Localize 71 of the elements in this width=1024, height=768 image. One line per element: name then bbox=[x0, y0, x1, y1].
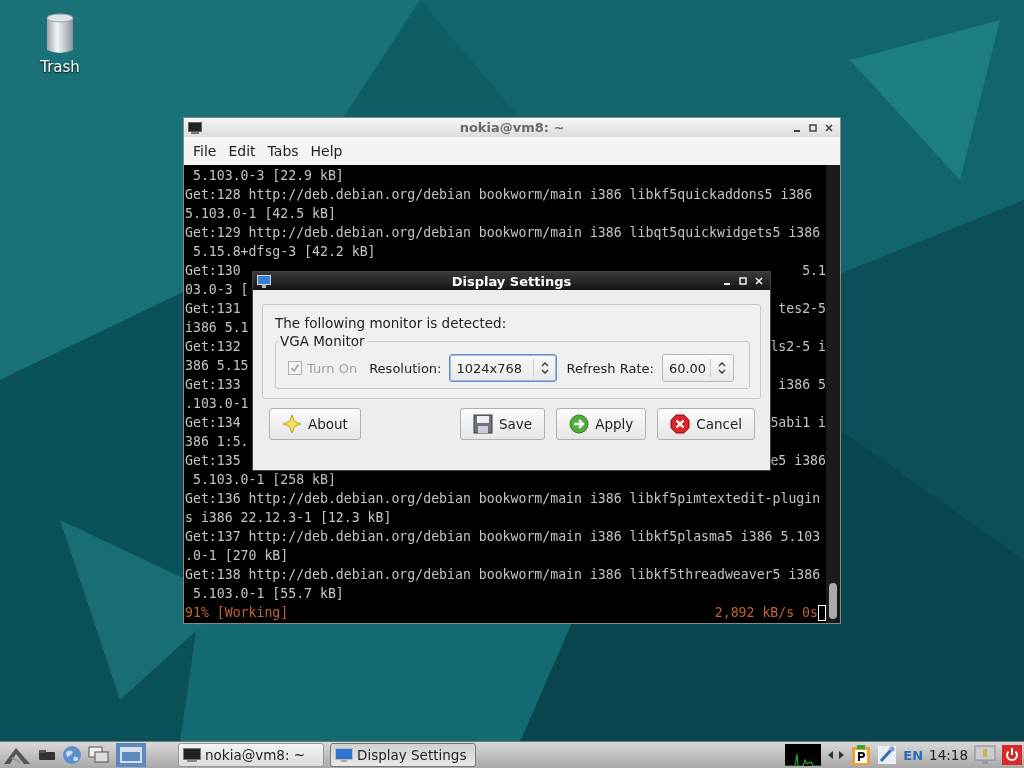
refresh-rate-spinbox[interactable]: 60.00 bbox=[661, 354, 734, 382]
download-speed: 2,892 kB/s 0s bbox=[714, 604, 818, 622]
window-title: nokia@vm8: ~ bbox=[459, 120, 565, 135]
monitor-icon bbox=[257, 274, 271, 288]
terminal-line: 5.103.0-3 [22.9 kB] bbox=[191, 167, 345, 185]
trash-label: Trash bbox=[40, 58, 80, 76]
power-icon[interactable] bbox=[1002, 745, 1022, 765]
network-icon[interactable] bbox=[827, 748, 846, 762]
cpu-graph bbox=[785, 744, 822, 766]
terminal-line: 5.103.0-1 [258 kB] bbox=[191, 471, 337, 489]
cancel-button[interactable]: Cancel bbox=[657, 408, 755, 440]
scrollbar-thumb[interactable] bbox=[829, 583, 837, 619]
scrollbar[interactable] bbox=[826, 165, 840, 623]
terminal-line: Get:134 bbox=[185, 414, 241, 432]
terminal-line: i386 5 bbox=[778, 376, 826, 394]
terminal-line: Get:132 bbox=[185, 338, 241, 356]
terminal-line: e5 i386 bbox=[770, 452, 826, 470]
terminal-line: tes2-5 bbox=[778, 300, 826, 318]
resolution-spinbox[interactable]: 1024x768 bbox=[449, 354, 558, 382]
resolution-label: Resolution: bbox=[369, 360, 442, 376]
group-label: VGA Monitor bbox=[278, 333, 367, 349]
terminal-icon bbox=[183, 748, 201, 762]
terminal-line: Get:131 bbox=[185, 300, 241, 318]
terminal-line: 5.103.0-1 [55.7 kB] bbox=[191, 585, 345, 603]
terminal-line: Get:129 http://deb.debian.org/debian bookworm/main i386 libqt5quickwidgets5 i386 bbox=[185, 224, 822, 242]
windows-icon[interactable] bbox=[88, 746, 110, 764]
terminal-line: 5.103.0-1 [42.5 kB] bbox=[185, 205, 337, 223]
terminal-line: Get:138 http://deb.debian.org/debian bookworm/main i386 libkf5threadweaver5 i386 bbox=[185, 566, 822, 584]
star-icon bbox=[282, 414, 302, 434]
menu-item[interactable]: Edit bbox=[223, 141, 261, 161]
clipboard-icon[interactable] bbox=[851, 744, 872, 766]
terminal-line: s i386 22.12.3-1 [12.3 kB] bbox=[185, 509, 393, 527]
terminal-line: Get:136 http://deb.debian.org/debian bookworm/main i386 libkf5pimtextedit-plugin bbox=[185, 490, 822, 508]
menu-item[interactable]: Help bbox=[305, 141, 348, 161]
terminal-line: i386 5.1 bbox=[185, 319, 249, 337]
terminal-line: 386 5.15 bbox=[185, 357, 249, 375]
terminal-line: Get:128 http://deb.debian.org/debian bookworm/main i386 libkf5quickaddons5 i386 bbox=[185, 186, 814, 204]
checkmark-icon bbox=[290, 363, 300, 373]
save-button[interactable]: Save bbox=[460, 408, 546, 440]
terminal-line: 5abi1 i bbox=[770, 414, 826, 432]
show-desktop-button[interactable] bbox=[116, 743, 146, 767]
progress-status: 91% [Working] bbox=[185, 604, 289, 622]
terminal-line: Get:137 http://deb.debian.org/debian bookworm/main i386 libkf5plasma5 i386 5.103 bbox=[185, 528, 822, 546]
terminal-line: .103.0-1 bbox=[185, 395, 249, 413]
menu-item[interactable]: File bbox=[188, 141, 222, 161]
maximize-button[interactable] bbox=[736, 274, 750, 288]
intro-text: The following monitor is detected: bbox=[275, 315, 508, 331]
terminal-line: Get:130 bbox=[185, 262, 241, 280]
trash-can-icon[interactable] bbox=[45, 12, 75, 54]
terminal-icon bbox=[188, 121, 202, 134]
menu-item[interactable]: Tabs bbox=[262, 141, 304, 161]
refresh-rate-label: Refresh Rate: bbox=[566, 360, 654, 376]
terminal-line: Get:135 bbox=[185, 452, 241, 470]
terminal-line: 03.0-3 [ bbox=[185, 281, 249, 299]
text-cursor bbox=[818, 604, 826, 621]
folder-icon[interactable] bbox=[38, 747, 56, 763]
terminal-line: 5.1 bbox=[802, 262, 826, 280]
about-button[interactable]: About bbox=[269, 408, 361, 440]
dialog-title: Display Settings bbox=[451, 273, 572, 289]
terminal-line: .0-1 [270 kB] bbox=[185, 547, 290, 565]
stop-sign-icon bbox=[670, 414, 691, 434]
monitor-icon bbox=[335, 748, 353, 762]
terminal-line: Get:133 bbox=[185, 376, 241, 394]
terminal-line: ls2-5 i bbox=[770, 338, 826, 356]
taskbar-task[interactable]: nokia@vm8: ~ bbox=[178, 743, 324, 767]
pen-icon[interactable] bbox=[877, 745, 898, 765]
terminal-line: 386 1:5. bbox=[185, 433, 249, 451]
clock[interactable]: 14:18 bbox=[929, 747, 968, 763]
terminal-line: 5.15.8+dfsg-3 [42.2 kB] bbox=[191, 243, 377, 261]
apply-button[interactable]: Apply bbox=[556, 408, 647, 440]
taskbar-task[interactable]: Display Settings bbox=[330, 743, 476, 767]
